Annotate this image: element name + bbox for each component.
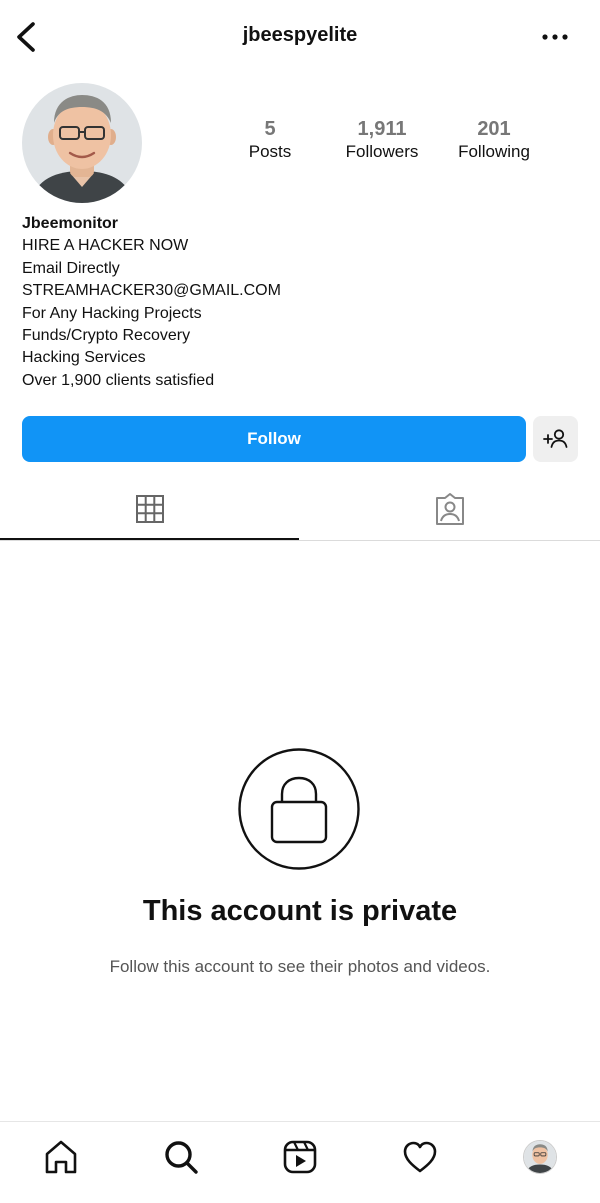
nav-activity[interactable] [397, 1134, 443, 1180]
tab-posts-grid[interactable] [0, 482, 300, 540]
profile-username: jbeespyelite [242, 24, 358, 46]
stat-value: 201 [477, 118, 511, 140]
add-person-icon [543, 429, 568, 448]
nav-profile-avatar[interactable] [523, 1140, 557, 1174]
tagged-icon [436, 493, 464, 525]
stat-value: 5 [264, 118, 276, 140]
tab-divider [0, 540, 600, 541]
reels-icon [283, 1140, 317, 1174]
stat-followers[interactable]: 1,911 Followers [327, 118, 437, 163]
ellipsis-icon [542, 34, 568, 40]
avatar[interactable] [22, 83, 142, 203]
stat-posts[interactable]: 5 Posts [215, 118, 325, 163]
profile-avatar-icon [524, 1141, 556, 1173]
top-bar: jbeespyelite [0, 0, 600, 74]
heart-icon [403, 1141, 437, 1173]
bottom-nav-divider [0, 1121, 600, 1122]
bio-line: Over 1,900 clients satisfied [22, 371, 215, 389]
tab-tagged[interactable] [300, 482, 600, 540]
bio-line: Funds/Crypto Recovery [22, 327, 191, 345]
suggested-accounts-button[interactable] [533, 416, 578, 462]
nav-home[interactable] [38, 1134, 84, 1180]
lock-icon [238, 748, 360, 870]
display-name: Jbeemonitor [22, 215, 119, 232]
profile-bio: Jbeemonitor HIRE A HACKER NOW Email Dire… [22, 213, 582, 392]
follow-button[interactable]: Follow [22, 416, 526, 462]
bio-line: Email Directly [22, 259, 120, 277]
stat-value: 1,911 [357, 118, 407, 140]
stat-following[interactable]: 201 Following [439, 118, 549, 163]
stat-label: Following [458, 142, 530, 161]
home-icon [45, 1140, 77, 1174]
grid-icon [136, 495, 164, 523]
bio-line: STREAMHACKER30@GMAIL.COM [22, 282, 281, 300]
bio-line: HIRE A HACKER NOW [22, 237, 189, 255]
profile-photo [22, 83, 142, 203]
private-title: This account is private [142, 895, 458, 927]
stat-label: Posts [248, 142, 292, 161]
bio-line: For Any Hacking Projects [22, 304, 202, 322]
private-subtitle: Follow this account to see their photos … [109, 957, 491, 976]
nav-search[interactable] [158, 1134, 204, 1180]
private-lock [238, 748, 360, 870]
search-icon [165, 1141, 198, 1174]
more-options-button[interactable] [538, 24, 572, 50]
stat-label: Followers [345, 142, 419, 161]
nav-reels[interactable] [277, 1134, 323, 1180]
bio-line: Hacking Services [22, 349, 146, 367]
